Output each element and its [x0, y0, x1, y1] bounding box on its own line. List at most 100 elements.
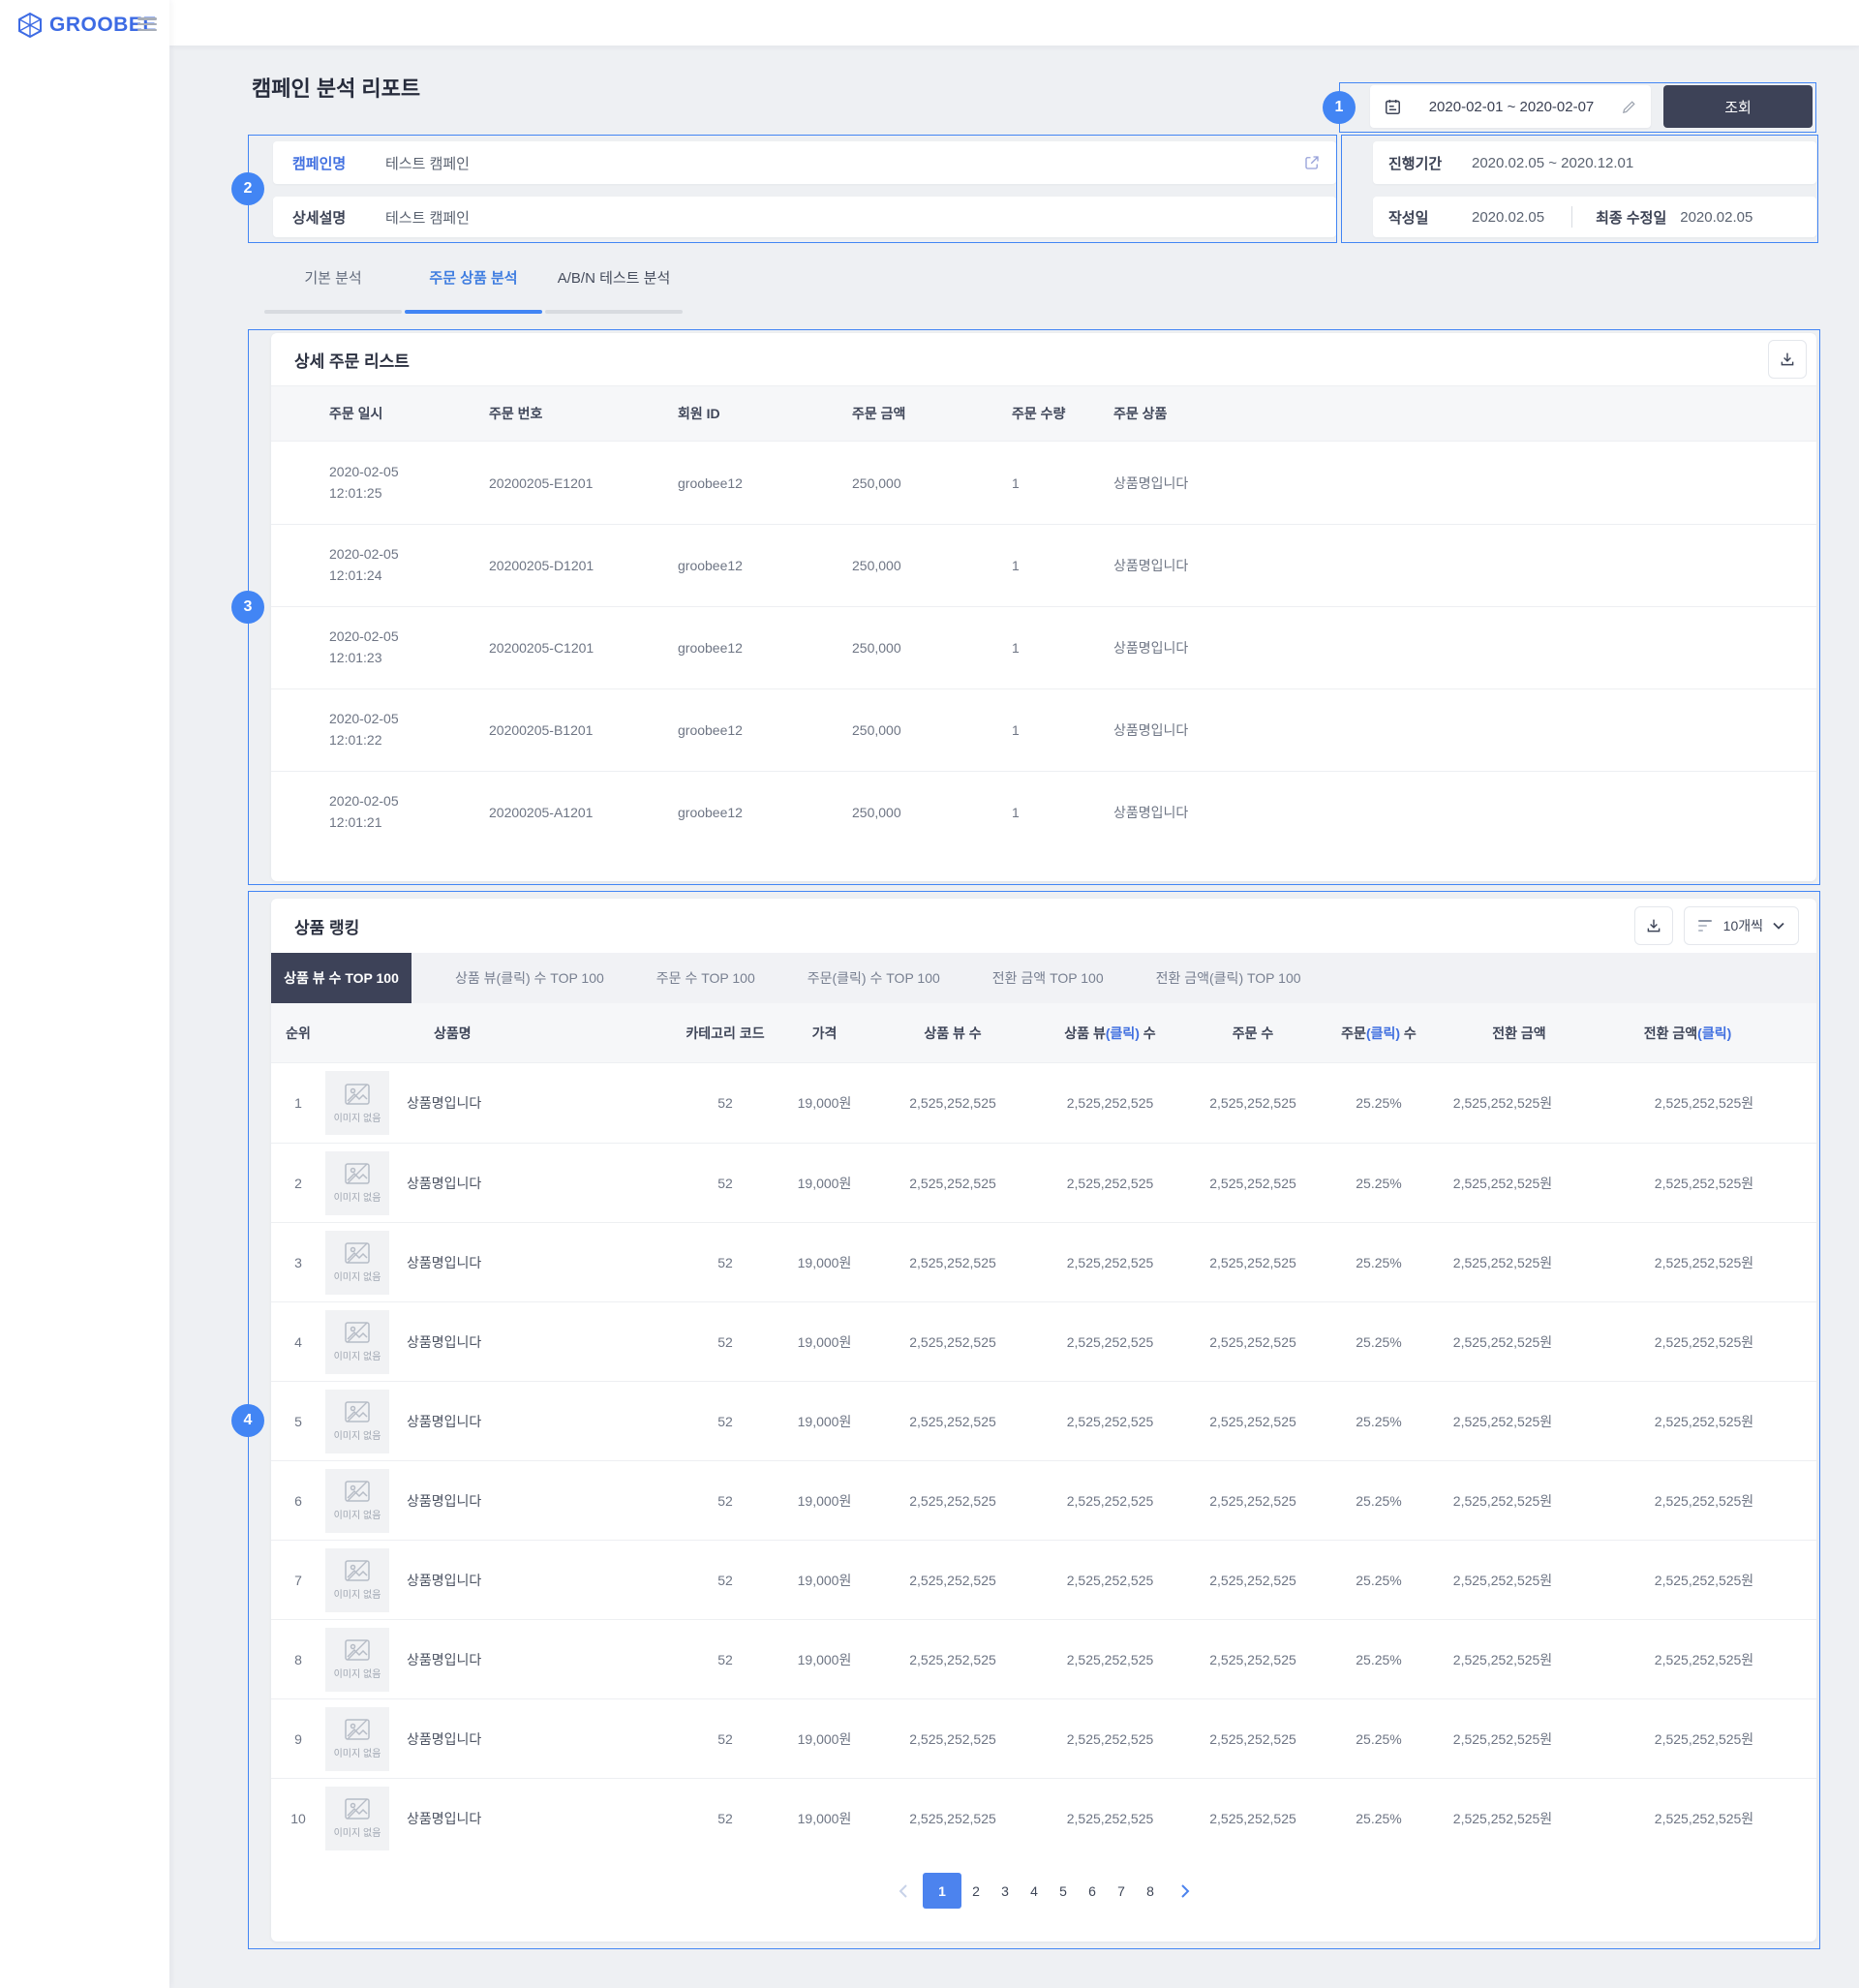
edit-pencil-icon[interactable]: [1621, 99, 1637, 115]
no-image-label: 이미지 없음: [334, 1189, 381, 1204]
ranking-tab-2[interactable]: 주문 수 TOP 100: [630, 953, 781, 1003]
tab-underline: [264, 310, 402, 314]
page-button-3[interactable]: 3: [990, 1873, 1020, 1909]
view-click-count: 2,525,252,525: [1025, 1095, 1195, 1111]
chevron-left-icon[interactable]: [888, 1873, 917, 1909]
ranking-tabs: 상품 뷰 수 TOP 100 상품 뷰(클릭) 수 TOP 100주문 수 TOP…: [271, 953, 1816, 1003]
download-button[interactable]: [1634, 906, 1673, 945]
order-quantity: 1: [1012, 475, 1113, 491]
modified-date-value: 2020.02.05: [1680, 209, 1752, 226]
download-button[interactable]: [1768, 340, 1807, 379]
view-click-count: 2,525,252,525: [1025, 1414, 1195, 1429]
campaign-name-value: 테스트 캠페인: [385, 153, 470, 173]
view-count: 2,525,252,525: [880, 1493, 1025, 1509]
vertical-divider: [1571, 206, 1572, 228]
header-text: 순위: [286, 1025, 311, 1041]
category-code: 52: [682, 1255, 769, 1270]
order-number: 20200205-C1201: [489, 640, 678, 656]
price: 19,000원: [769, 1174, 880, 1193]
product-name: 상품명입니다: [407, 1809, 481, 1828]
header-text: 상품 뷰 수: [924, 1025, 981, 1041]
order-count: 2,525,252,525: [1195, 1095, 1311, 1111]
tab-0[interactable]: 기본 분석: [264, 260, 402, 314]
external-link-icon[interactable]: [1303, 154, 1321, 171]
product-thumbnail: 이미지 없음: [325, 1151, 389, 1215]
header-click-text: (클릭): [1366, 1025, 1400, 1041]
price: 19,000원: [769, 1253, 880, 1272]
product-thumbnail: 이미지 없음: [325, 1071, 389, 1135]
member-id: groobee12: [678, 722, 852, 738]
page-button-2[interactable]: 2: [961, 1873, 990, 1909]
header-text-suffix: 수: [1400, 1025, 1417, 1041]
page-button-5[interactable]: 5: [1049, 1873, 1078, 1909]
order-column-header: 주문 일시: [329, 404, 489, 423]
modified-date-label: 최종 수정일: [1596, 207, 1666, 228]
view-count: 2,525,252,525: [880, 1811, 1025, 1826]
hamburger-menu-icon[interactable]: [137, 17, 157, 31]
order-number: 20200205-A1201: [489, 805, 678, 820]
view-count: 2,525,252,525: [880, 1731, 1025, 1747]
product-name: 상품명입니다: [407, 1253, 481, 1272]
ranking-column-header: 상품 뷰(클릭) 수: [1025, 1024, 1195, 1043]
conversion-amount: 2,525,252,525원: [1447, 1174, 1592, 1193]
ranking-column-header: 전환 금액(클릭): [1592, 1024, 1816, 1043]
order-click-rate: 25.25%: [1311, 1334, 1447, 1350]
ranking-tab-4[interactable]: 전환 금액 TOP 100: [966, 953, 1130, 1003]
ranking-tab-0[interactable]: 상품 뷰 수 TOP 100: [271, 953, 411, 1003]
order-click-rate: 25.25%: [1311, 1652, 1447, 1667]
order-click-rate: 25.25%: [1311, 1414, 1447, 1429]
order-number: 20200205-B1201: [489, 722, 678, 738]
order-row: 2020-02-0512:01:2120200205-A1201groobee1…: [271, 771, 1816, 853]
annotation-number-2: 2: [231, 172, 264, 205]
tab-2[interactable]: A/B/N 테스트 분석: [545, 260, 683, 314]
page-button-7[interactable]: 7: [1107, 1873, 1136, 1909]
no-image-label: 이미지 없음: [334, 1110, 381, 1124]
no-image-label: 이미지 없음: [334, 1666, 381, 1680]
conversion-click-amount: 2,525,252,525원: [1592, 1093, 1816, 1113]
conversion-amount: 2,525,252,525원: [1447, 1093, 1592, 1113]
product-cell: 이미지 없음 상품명입니다: [325, 1787, 682, 1850]
product-name: 상품명입니다: [407, 1174, 481, 1193]
page-button-4[interactable]: 4: [1020, 1873, 1049, 1909]
order-quantity: 1: [1012, 558, 1113, 573]
rank-number: 9: [271, 1731, 325, 1747]
order-datetime: 2020-02-0512:01:25: [329, 462, 489, 504]
ranking-column-header: 전환 금액: [1447, 1024, 1592, 1043]
order-list-title: 상세 주문 리스트: [294, 348, 410, 372]
product-thumbnail: 이미지 없음: [325, 1390, 389, 1453]
chevron-right-icon[interactable]: [1171, 1873, 1200, 1909]
conversion-amount: 2,525,252,525원: [1447, 1412, 1592, 1431]
order-count: 2,525,252,525: [1195, 1573, 1311, 1588]
order-row: 2020-02-0512:01:2520200205-E1201groobee1…: [271, 442, 1816, 524]
annotation-number-3: 3: [231, 591, 264, 624]
ranking-row: 1 이미지 없음상품명입니다5219,000원2,525,252,5252,52…: [271, 1063, 1816, 1143]
ranking-tab-1[interactable]: 상품 뷰(클릭) 수 TOP 100: [429, 953, 630, 1003]
conversion-click-amount: 2,525,252,525원: [1592, 1729, 1816, 1749]
conversion-amount: 2,525,252,525원: [1447, 1729, 1592, 1749]
page-size-dropdown[interactable]: 10개씩: [1684, 906, 1799, 945]
search-button[interactable]: 조회: [1663, 85, 1813, 128]
conversion-click-amount: 2,525,252,525원: [1592, 1571, 1816, 1590]
product-thumbnail: 이미지 없음: [325, 1787, 389, 1850]
no-image-label: 이미지 없음: [334, 1586, 381, 1601]
tab-1[interactable]: 주문 상품 분석: [405, 260, 542, 314]
ranking-row: 6 이미지 없음상품명입니다5219,000원2,525,252,5252,52…: [271, 1460, 1816, 1540]
view-click-count: 2,525,252,525: [1025, 1493, 1195, 1509]
view-click-count: 2,525,252,525: [1025, 1176, 1195, 1191]
ranking-tab-3[interactable]: 주문(클릭) 수 TOP 100: [781, 953, 966, 1003]
order-amount: 250,000: [852, 640, 1012, 656]
order-date: 2020-02-05: [329, 627, 489, 648]
page-button-8[interactable]: 8: [1136, 1873, 1165, 1909]
view-count: 2,525,252,525: [880, 1334, 1025, 1350]
order-count: 2,525,252,525: [1195, 1493, 1311, 1509]
page-button-6[interactable]: 6: [1078, 1873, 1107, 1909]
product-name: 상품명입니다: [407, 1650, 481, 1669]
date-range-picker[interactable]: 2020-02-01 ~ 2020-02-07: [1370, 85, 1651, 128]
page-button-1[interactable]: 1: [923, 1873, 961, 1909]
brand-logo[interactable]: GROOBEE: [17, 12, 157, 39]
campaign-name-label: 캠페인명: [292, 153, 368, 173]
product-name: 상품명입니다: [407, 1491, 481, 1511]
no-image-icon: [344, 1797, 371, 1820]
ranking-tab-5[interactable]: 전환 금액(클릭) TOP 100: [1130, 953, 1327, 1003]
product-cell: 이미지 없음 상품명입니다: [325, 1628, 682, 1692]
